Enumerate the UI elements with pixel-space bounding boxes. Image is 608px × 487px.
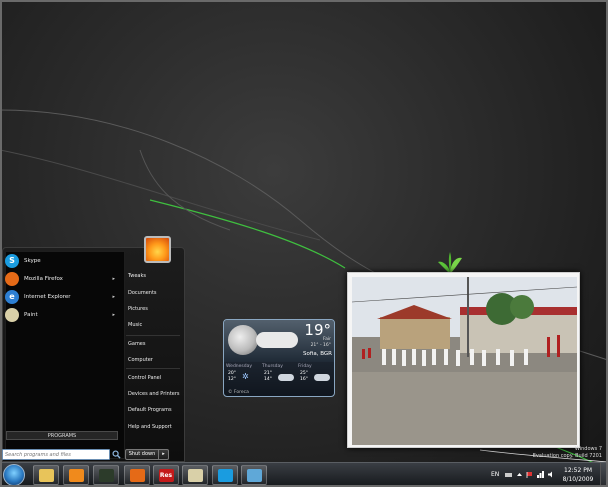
volume-icon[interactable] [548,471,555,478]
taskbar-media-player-button[interactable] [63,465,89,485]
submenu-arrow-icon: ▸ [112,293,115,300]
moon-icon [228,325,258,355]
skype-icon: S [5,253,19,268]
shutdown-options-button[interactable]: ▸ [159,449,169,460]
skype-icon [217,468,233,482]
watermark-build: Evaluation copy. Build 7201 [532,453,602,459]
keyboard-icon[interactable] [505,471,512,478]
start-menu-link[interactable]: Tweaks [125,270,181,282]
res-icon: Res [158,468,174,482]
forecast-day-name: Wednesday [226,364,253,369]
pinned-program-label: Skype [24,257,41,264]
network-icon[interactable] [537,471,544,478]
forecast-low: 12° [228,377,236,382]
start-menu-link[interactable]: Computer [125,354,181,366]
start-menu-link[interactable]: Games [125,338,181,350]
windows-evaluation-watermark: Windows 7 Evaluation copy. Build 7201 [533,446,602,460]
weather-city: Sofia, BGR [303,351,332,357]
pinned-program-item[interactable]: e Internet Explorer ▸ [5,288,121,305]
start-button[interactable] [3,464,25,486]
start-menu-link[interactable]: Default Programs [125,404,181,416]
slideshow-photo [352,277,577,445]
photo-scene [352,277,577,445]
taskbar-skype-button[interactable] [212,465,238,485]
taskbar-explorer-button[interactable] [33,465,59,485]
cloud-icon [314,374,330,381]
weather-source: © Foreca [228,390,249,395]
taskbar-res-button[interactable]: Res [153,465,179,485]
pinned-program-label: Paint [24,311,38,318]
flag-icon[interactable] [526,471,533,478]
show-desktop-button[interactable] [600,463,608,487]
clock-time: 12:52 PM [564,467,592,474]
all-programs-button[interactable]: PROGRAMS [6,431,118,440]
taskbar-media-center-button[interactable] [93,465,119,485]
snow-icon: ✲ [242,372,249,381]
user-picture[interactable] [144,236,171,263]
language-indicator[interactable]: EN [491,471,499,478]
forecast-day: Wednesday 20° 12° ✲ [226,364,262,390]
watermark-os: Windows 7 [574,446,602,452]
forecast-low: 14° [264,377,272,382]
forecast-day-name: Thursday [262,364,283,369]
start-menu-link[interactable]: Music [125,319,181,331]
media-center-icon [98,468,114,482]
notepad-icon [246,468,262,482]
taskbar-clock[interactable]: 12:52 PM 8/10/2009 [561,466,595,484]
taskbar-paint-button[interactable] [182,465,208,485]
slideshow-gadget[interactable] [347,272,580,448]
forecast-day: Friday 25° 16° [298,364,334,390]
shutdown-button[interactable]: Shut down [125,449,159,460]
start-menu-link[interactable]: Control Panel [125,372,181,384]
pinned-program-item[interactable]: S Skype [5,252,121,269]
pinned-program-label: Mozilla Firefox [24,275,63,282]
taskbar-notepad-button[interactable] [241,465,267,485]
start-menu-link[interactable]: Documents [125,287,181,299]
weather-gadget[interactable]: 19° Fair 21° - 16° Sofia, BGR Wednesday … [223,319,335,397]
forecast-day-name: Friday [298,364,312,369]
firefox-icon [5,271,19,286]
taskbar: Res EN 12:52 PM 8/10/2009 [0,462,608,487]
start-menu-link[interactable]: Help and Support [125,421,181,433]
temperature-range: 21° - 16° [310,343,331,348]
cloud-icon [256,332,298,348]
paint-icon [187,468,203,482]
start-menu-link[interactable]: Pictures [125,303,181,315]
weather-current-panel: 19° Fair 21° - 16° Sofia, BGR [224,320,334,362]
pinned-program-item[interactable]: Mozilla Firefox ▸ [5,270,121,287]
media-player-icon [68,468,84,482]
clock-date: 8/10/2009 [562,476,594,483]
start-menu-link[interactable]: Devices and Printers [125,388,181,400]
firefox-icon [129,468,145,482]
taskbar-firefox-button[interactable] [124,465,150,485]
cloud-icon [278,374,294,381]
show-hidden-icons-icon[interactable] [516,471,523,478]
current-condition: Fair [322,337,331,342]
folder-icon [38,468,54,482]
forecast-low: 16° [300,377,308,382]
search-icon[interactable] [112,450,121,459]
menu-separator [126,335,180,336]
forecast-day: Thursday 21° 14° [262,364,298,390]
ie-icon: e [5,289,19,304]
pinned-program-item[interactable]: Paint ▸ [5,306,121,323]
submenu-arrow-icon: ▸ [112,275,115,282]
pinned-program-label: Internet Explorer [24,293,71,300]
submenu-arrow-icon: ▸ [112,311,115,318]
menu-separator [126,368,180,369]
search-input[interactable] [2,449,110,460]
paint-icon [5,307,19,322]
